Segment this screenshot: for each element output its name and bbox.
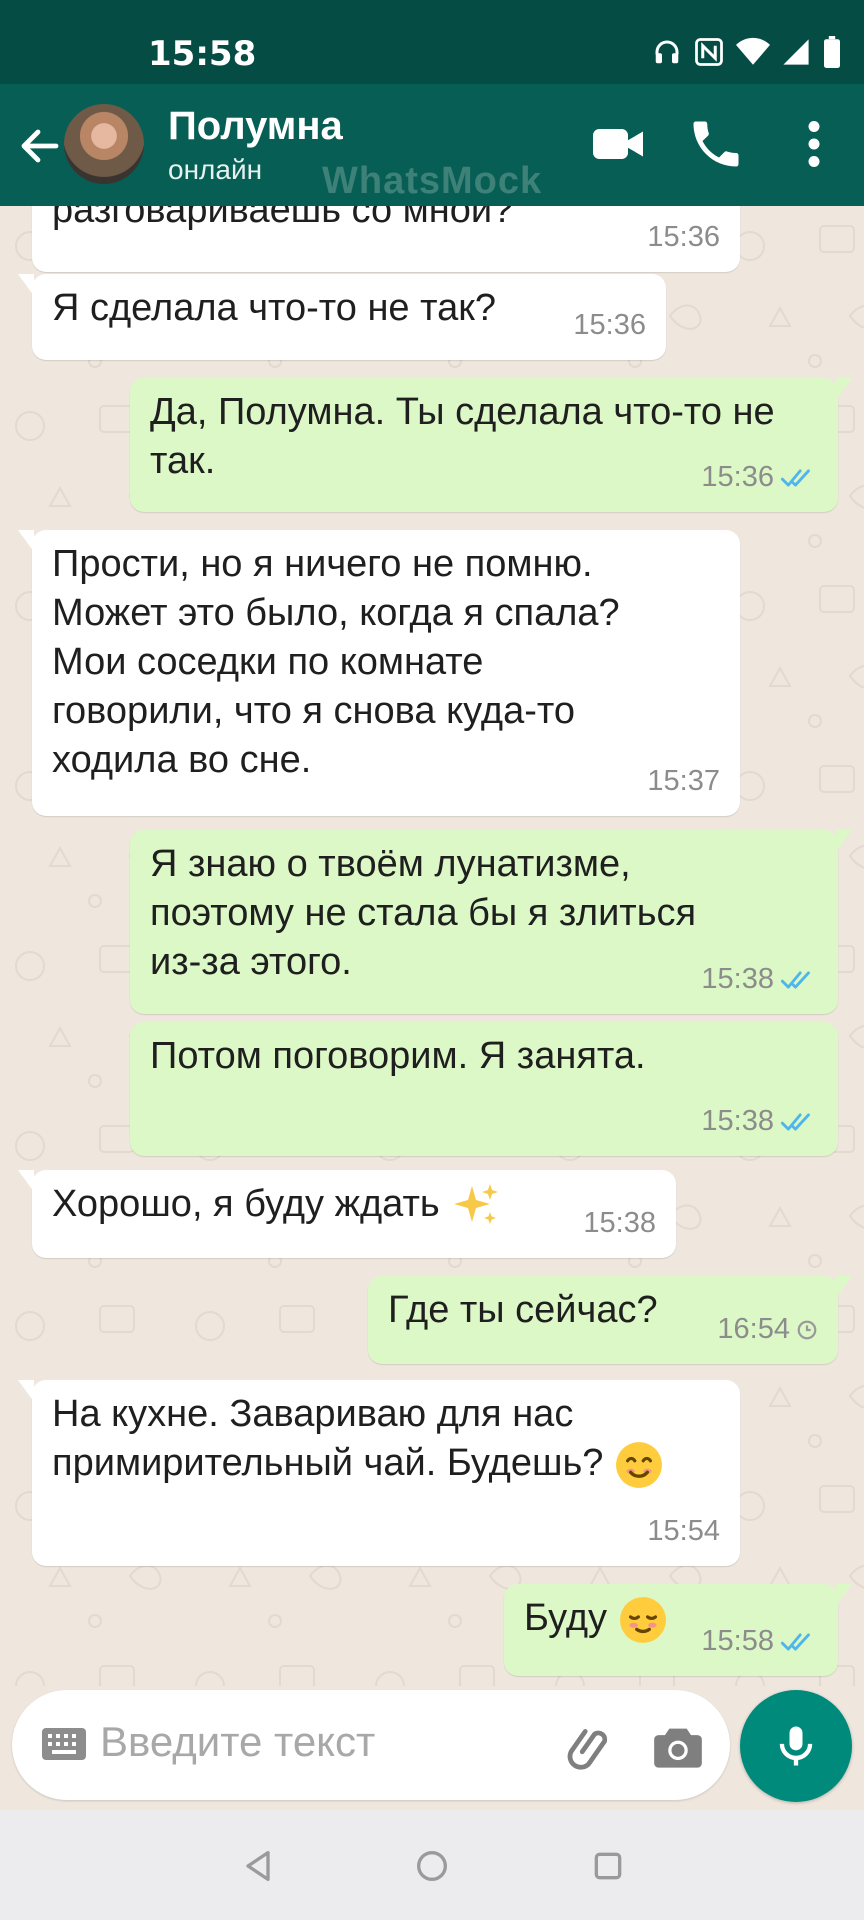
- message-time: 15:38: [583, 1207, 656, 1239]
- battery-icon: [824, 36, 840, 68]
- bubble-tail: [836, 1584, 852, 1606]
- message-meta: 15:58: [701, 1617, 818, 1666]
- bubble-tail: [18, 1170, 34, 1192]
- nav-recents-icon[interactable]: [588, 1846, 628, 1886]
- message-bubble-outgoing[interactable]: Где ты сейчас? 16:54: [368, 1276, 852, 1364]
- wifi-icon: [736, 37, 770, 65]
- message-time: 15:54: [647, 1515, 720, 1547]
- camera-icon[interactable]: [652, 1722, 704, 1770]
- message-bubble-incoming[interactable]: Хорошо, я буду ждать 15:38: [18, 1170, 676, 1258]
- message-bubble-outgoing[interactable]: Да, Полумна. Ты сделала что-то не так. 1…: [130, 378, 852, 512]
- message-text-content: примирительный чай. Будешь?: [52, 1442, 604, 1484]
- paperclip-icon[interactable]: [564, 1720, 616, 1772]
- keyboard-icon[interactable]: [40, 1726, 88, 1762]
- message-text: Может это было, когда я спала?: [52, 592, 620, 634]
- signal-icon: [783, 39, 809, 65]
- message-text-content: Буду: [524, 1597, 608, 1639]
- message-meta: 15:37: [647, 757, 720, 806]
- message-text: говорили, что я снова куда-то: [52, 690, 575, 732]
- message-bubble-outgoing[interactable]: Я знаю о твоём лунатизме, поэтому не ста…: [130, 830, 852, 1014]
- contact-status: онлайн: [168, 154, 263, 185]
- smiling-face-emoji: [616, 1442, 662, 1488]
- relieved-face-emoji: [619, 1597, 666, 1643]
- message-time: 15:36: [647, 221, 720, 253]
- nfc-icon: [695, 38, 723, 66]
- sparkles-emoji: [454, 1183, 499, 1224]
- bubble-tail: [836, 1276, 852, 1298]
- headphones-icon: [655, 40, 679, 64]
- message-time: 16:54: [717, 1313, 790, 1345]
- mic-icon: [779, 1726, 813, 1766]
- message-bubble-outgoing[interactable]: Буду 15:58: [504, 1584, 852, 1676]
- message-text: На кухне. Завариваю для нас: [52, 1393, 574, 1435]
- back-arrow-icon[interactable]: [16, 122, 64, 170]
- message-time: 15:58: [701, 1625, 774, 1657]
- message-text: примирительный чай. Будешь?: [52, 1439, 720, 1490]
- message-meta: 15:54: [647, 1507, 720, 1556]
- message-text: Мои соседки по комнате: [52, 641, 484, 683]
- message-bubble-incoming[interactable]: Прости, но я ничего не помню. Может это …: [18, 530, 740, 816]
- message-bubble-incoming[interactable]: разговариваешь со мной? 15:36: [32, 206, 740, 272]
- nav-back-icon[interactable]: [238, 1846, 278, 1886]
- system-nav-bar: [0, 1810, 864, 1920]
- message-bubble-incoming[interactable]: На кухне. Завариваю для нас примирительн…: [18, 1380, 740, 1566]
- message-text: Хорошо, я буду ждать: [52, 1180, 656, 1230]
- message-meta: 15:38: [701, 1097, 818, 1146]
- message-meta: 15:36: [573, 301, 646, 350]
- bubble-tail: [836, 830, 852, 852]
- message-time: 15:38: [701, 963, 774, 995]
- message-text: Я сделала что-то не так?: [52, 287, 496, 329]
- message-bubble-incoming[interactable]: Я сделала что-то не так? 15:36: [18, 274, 666, 360]
- message-text: ходила во сне.: [52, 739, 312, 781]
- read-receipt-icon: [780, 970, 810, 989]
- message-meta: 15:36: [701, 453, 818, 502]
- video-call-icon[interactable]: [588, 114, 648, 174]
- contact-name[interactable]: Полумна: [168, 104, 343, 149]
- message-time: 15:37: [647, 765, 720, 797]
- message-text: поэтому не стала бы я злиться: [150, 892, 697, 934]
- read-receipt-icon: [780, 1112, 810, 1131]
- nav-home-icon[interactable]: [412, 1846, 452, 1886]
- watermark: WhatsMock: [322, 160, 543, 202]
- message-time: 15:36: [573, 309, 646, 341]
- status-time: 15:58: [148, 34, 257, 74]
- status-bar: 15:58: [0, 0, 864, 84]
- message-text: Прости, но я ничего не помню.: [52, 543, 593, 585]
- message-text: Я знаю о твоём лунатизме,: [150, 843, 631, 885]
- bubble-tail: [18, 530, 34, 552]
- bubble-tail: [836, 378, 852, 400]
- bubble-tail: [18, 1380, 34, 1402]
- status-icons: [652, 36, 842, 68]
- message-list[interactable]: разговариваешь со мной? 15:36 Я сделала …: [0, 206, 864, 1686]
- message-time: 15:38: [701, 1105, 774, 1137]
- message-text: разговариваешь со мной?: [52, 206, 514, 231]
- message-meta: 15:38: [583, 1199, 656, 1248]
- phone-icon[interactable]: [686, 114, 746, 174]
- bubble-tail: [18, 274, 34, 296]
- message-meta: 15:36: [647, 213, 720, 262]
- message-time: 15:36: [701, 461, 774, 493]
- read-receipt-icon: [780, 468, 810, 487]
- message-text-content: Хорошо, я буду ждать: [52, 1183, 440, 1225]
- more-vert-icon[interactable]: [784, 114, 844, 174]
- message-text: Потом поговорим. Я занята.: [150, 1035, 646, 1077]
- avatar[interactable]: [64, 104, 144, 184]
- read-receipt-icon: [780, 1632, 810, 1651]
- message-meta: 15:38: [701, 955, 818, 1004]
- message-input-bar[interactable]: Введите текст: [12, 1690, 730, 1800]
- clock-pending-icon: [797, 1320, 817, 1339]
- message-text: Да, Полумна. Ты сделала что-то не: [150, 391, 775, 433]
- mic-button[interactable]: [740, 1690, 852, 1802]
- message-meta: 16:54: [717, 1305, 818, 1354]
- chat-header: Полумна онлайн WhatsMock: [0, 84, 864, 206]
- message-input-placeholder[interactable]: Введите текст: [100, 1718, 375, 1766]
- message-bubble-outgoing[interactable]: Потом поговорим. Я занята. 15:38: [130, 1022, 838, 1156]
